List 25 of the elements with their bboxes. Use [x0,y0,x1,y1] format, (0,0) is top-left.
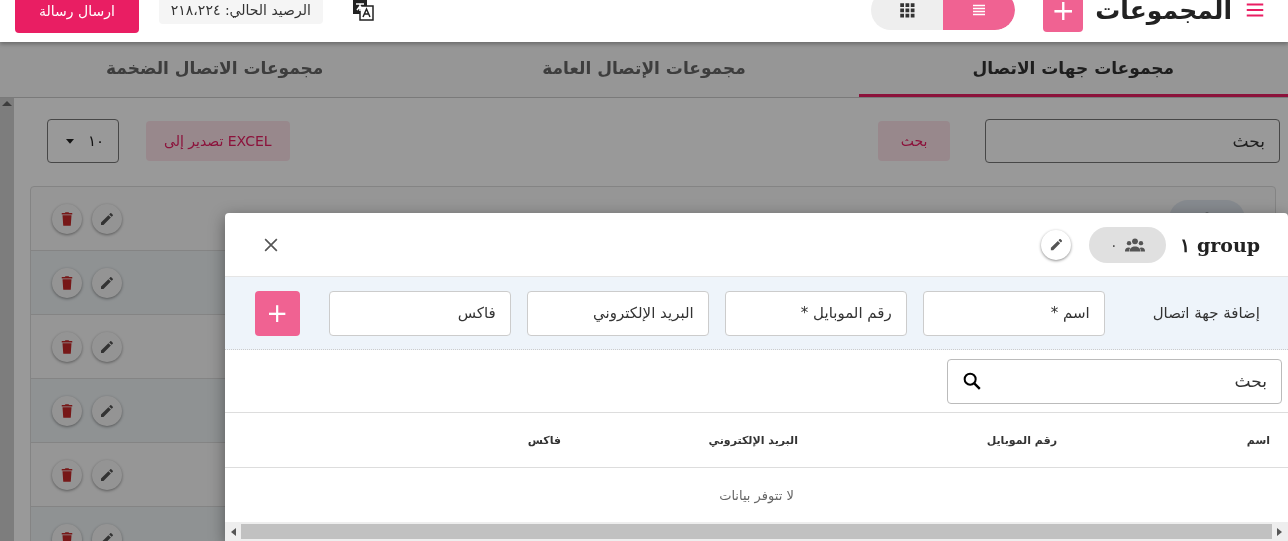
page-title: المجموعات [1095,0,1232,25]
contact-input-field[interactable]: البريد الإلكتروني [526,290,709,336]
empty-message: لا تتوفر بيانات [719,487,794,503]
export-excel-button[interactable]: تصدير إلى EXCEL [146,121,290,161]
column-header[interactable]: اسم [1057,433,1270,447]
contact-input-field[interactable]: اسم * [922,290,1105,336]
column-header[interactable]: رقم الموبايل [798,433,1057,447]
add-button[interactable]: + [1043,0,1084,32]
tab[interactable]: مجموعات جهات الاتصال [858,42,1288,97]
search-button[interactable]: بحث [878,121,950,161]
contact-input-field[interactable]: رقم الموبايل * [724,290,907,336]
tab[interactable]: مجموعات الإتصال العامة [429,42,859,97]
send-message-button[interactable]: ارسال رسالة [15,0,139,33]
dialog-title: group ١ [1180,233,1260,256]
search-field[interactable]: بحث [985,119,1280,163]
column-header[interactable]: فاكس [225,433,561,447]
member-count-chip: ٠ [1089,226,1167,263]
search-field[interactable]: بحث [947,358,1282,404]
add-contact-label: إضافة جهة اتصال [1152,304,1260,322]
add-contact-button[interactable]: + [254,290,300,336]
tab[interactable]: مجموعات الاتصال الضخمة [0,42,430,97]
contact-input-field[interactable]: فاكس [328,290,511,336]
page-size-select[interactable]: ١٠ [47,119,119,163]
column-header[interactable]: البريد الإلكتروني [561,433,798,447]
balance-label: الرصيد الحالي: ٢١٨،٢٢٤ [158,0,323,24]
